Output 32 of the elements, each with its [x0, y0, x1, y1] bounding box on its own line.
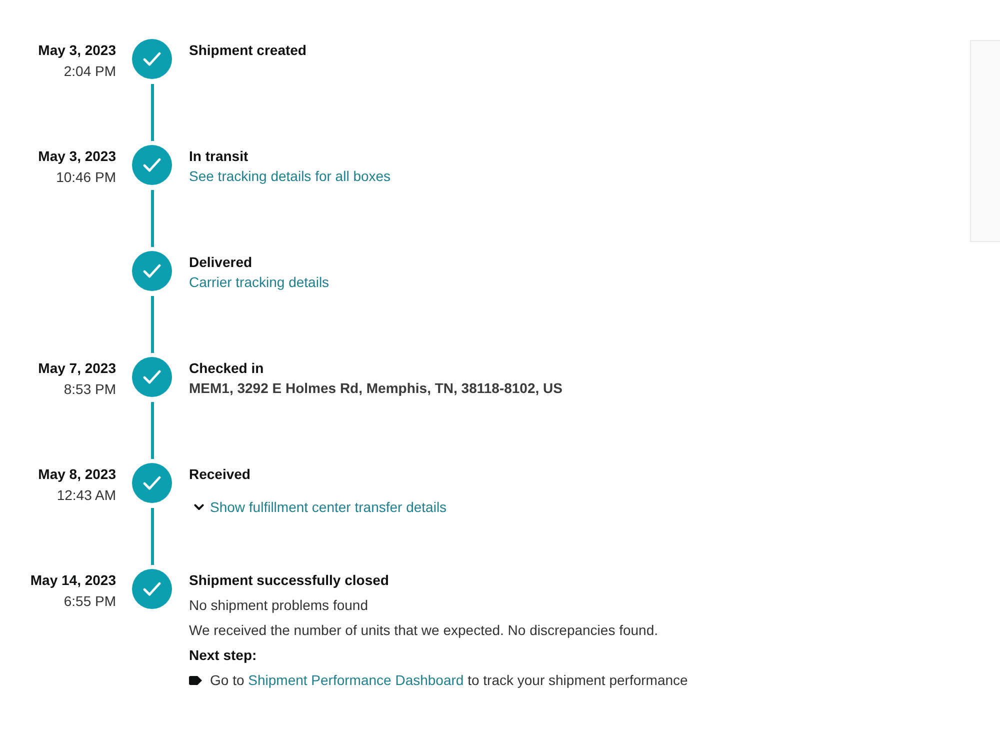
- dashboard-link[interactable]: Shipment Performance Dashboard: [248, 672, 464, 688]
- event-title: Delivered: [189, 253, 252, 272]
- timeline-connector: [150, 296, 154, 353]
- event-time: 6:55 PM: [64, 592, 116, 611]
- tracking-link[interactable]: See tracking details for all boxes: [189, 166, 391, 186]
- event-time: 10:46 PM: [56, 168, 116, 187]
- timeline-connector: [150, 508, 154, 565]
- next-step-text: Go to Shipment Performance Dashboard to track your shipment performance: [210, 671, 688, 690]
- event-time: 12:43 AM: [56, 486, 116, 505]
- address-text: MEM1, 3292 E Holmes Rd, Memphis, TN, 38118-8102, US: [189, 379, 562, 398]
- next-step-heading: Next step:: [189, 646, 257, 665]
- timeline-connector: [150, 190, 154, 247]
- details-toggle[interactable]: Show fulfillment center transfer details: [189, 497, 447, 517]
- timeline-connector: [150, 84, 154, 141]
- event-title: Received: [189, 465, 250, 484]
- event-date: May 3, 2023: [38, 147, 116, 166]
- event-date: May 7, 2023: [38, 359, 116, 378]
- chevron-down-icon: [194, 504, 204, 510]
- event-title: Shipment created: [189, 41, 306, 60]
- tracking-link[interactable]: Carrier tracking details: [189, 272, 330, 292]
- event-title: Shipment successfully closed: [189, 571, 389, 590]
- event-date: May 3, 2023: [38, 41, 116, 60]
- event-title: In transit: [189, 147, 248, 166]
- event-time: 2:04 PM: [64, 62, 116, 81]
- tag-icon: [189, 676, 202, 684]
- event-date: May 14, 2023: [30, 571, 116, 590]
- event-time: 8:53 PM: [64, 380, 116, 399]
- timeline-connector: [150, 402, 154, 459]
- status-text: No shipment problems found: [189, 596, 368, 615]
- status-text: We received the number of units that we expected. No discrepancies found.: [189, 621, 658, 640]
- event-title: Checked in: [189, 359, 264, 378]
- event-date: May 8, 2023: [38, 465, 116, 484]
